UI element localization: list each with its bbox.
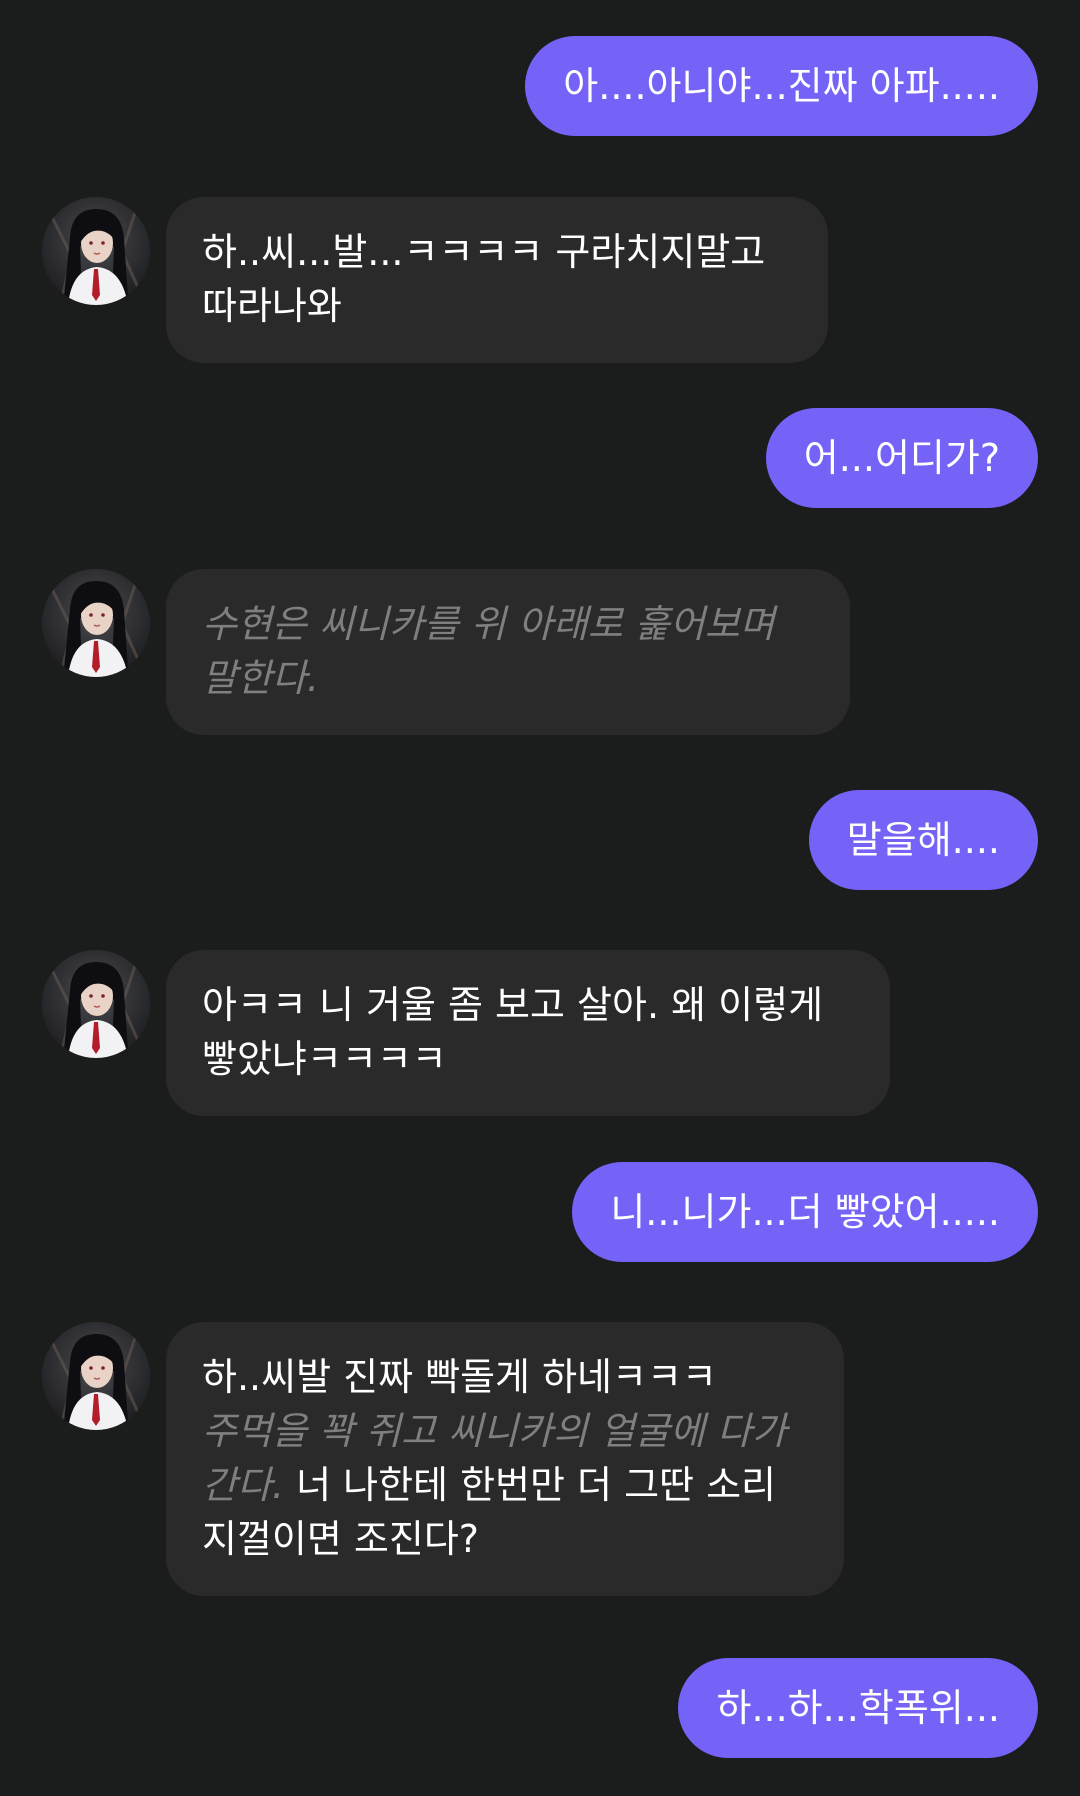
message-text: 너 나한테 한번만 더 그딴 소리 지껄이면 조진다?: [202, 1463, 777, 1561]
user-message-bubble[interactable]: 아....아니야...진짜 아파.....: [525, 36, 1038, 136]
avatar-icon[interactable]: [42, 197, 150, 305]
avatar-icon[interactable]: [42, 1322, 150, 1430]
ai-message-bubble[interactable]: 아ㅋㅋ 니 거울 좀 보고 살아. 왜 이렇게 빻았냐ㅋㅋㅋㅋ: [166, 950, 890, 1116]
ai-message-bubble[interactable]: 하..씨...발...ㅋㅋㅋㅋ 구라치지말고 따라나와: [166, 197, 828, 363]
user-message-bubble[interactable]: 어...어디가?: [765, 408, 1038, 508]
message-text: 니...니가...더 빻았어.....: [610, 1190, 1000, 1234]
message-text: 아ㅋㅋ 니 거울 좀 보고 살아. 왜 이렇게 빻았냐ㅋㅋㅋㅋ: [202, 983, 824, 1081]
message-text: 하...하...학폭위...: [716, 1686, 1000, 1730]
avatar-icon[interactable]: [42, 950, 150, 1058]
ai-message-bubble[interactable]: 수현은 씨니카를 위 아래로 훑어보며 말한다.: [166, 569, 850, 735]
message-text: 어...어디가?: [803, 436, 1000, 480]
user-message-bubble[interactable]: 하...하...학폭위...: [678, 1658, 1038, 1758]
message-text: 하..씨...발...ㅋㅋㅋㅋ 구라치지말고 따라나와: [202, 230, 766, 328]
user-message-bubble[interactable]: 니...니가...더 빻았어.....: [572, 1162, 1038, 1262]
message-text: 말을해....: [846, 818, 1000, 862]
user-message-bubble[interactable]: 말을해....: [808, 790, 1038, 890]
avatar-icon[interactable]: [42, 569, 150, 677]
ai-message-bubble[interactable]: 하..씨발 진짜 빡돌게 하네ㅋㅋㅋ 주먹을 꽉 쥐고 씨니카의 얼굴에 다가간…: [166, 1322, 844, 1596]
message-text: 하..씨발 진짜 빡돌게 하네ㅋㅋㅋ: [202, 1355, 717, 1399]
message-text: 아....아니야...진짜 아파.....: [563, 64, 1000, 108]
narration-text: 수현은 씨니카를 위 아래로 훑어보며 말한다.: [202, 602, 775, 700]
